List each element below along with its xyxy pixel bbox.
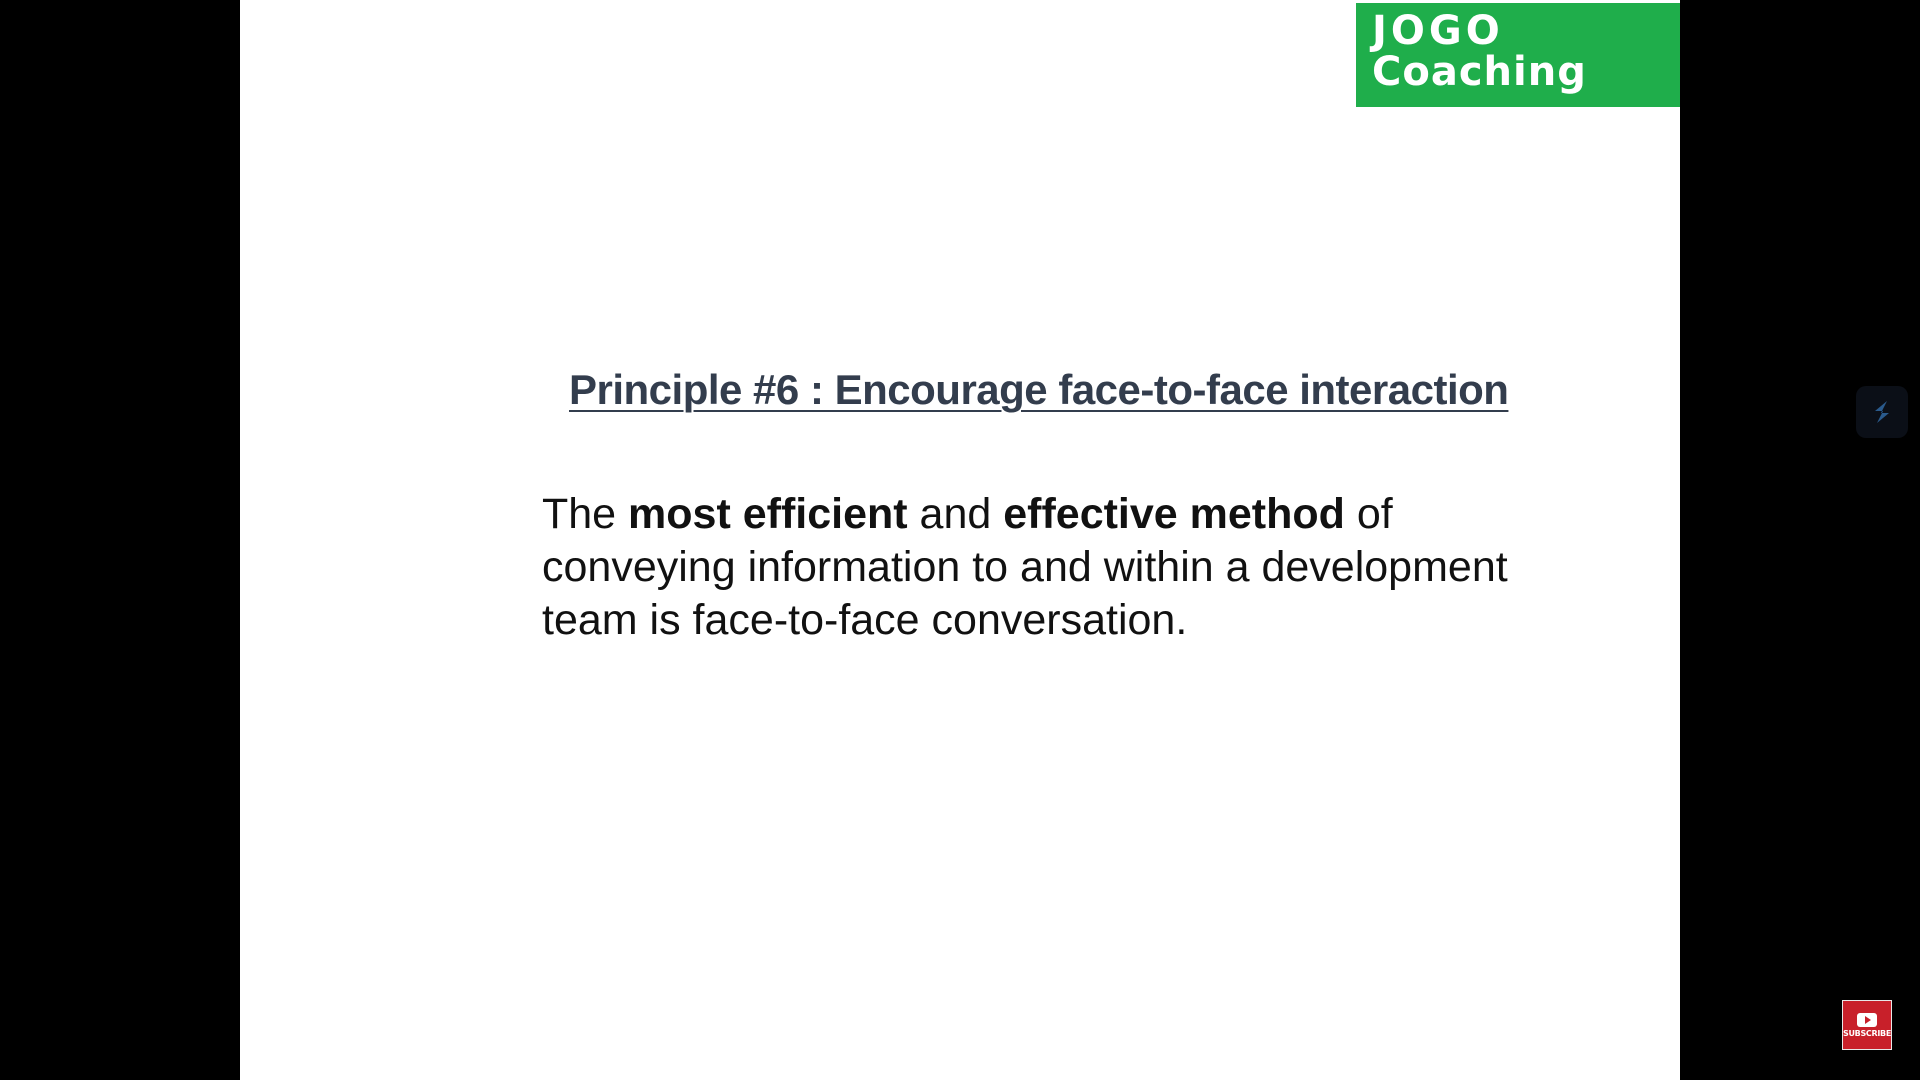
body-text-part-1: The (542, 490, 629, 538)
logo-line-1: JOGO (1372, 8, 1504, 54)
slide-body-text: The most efficient and effective method … (542, 488, 1552, 647)
slide-heading: Principle #6 : Encourage face-to-face in… (569, 366, 1509, 413)
presentation-slide: JOGO Coaching Principle #6 : Encourage f… (240, 0, 1680, 1080)
subscribe-label: SUBSCRIBE (1843, 1028, 1891, 1038)
body-bold-most-efficient: most efficient (628, 490, 908, 538)
video-frame: JOGO Coaching Principle #6 : Encourage f… (0, 0, 1920, 1080)
subscribe-button[interactable]: SUBSCRIBE (1842, 1000, 1892, 1050)
body-bold-effective-method: effective method (1003, 490, 1345, 538)
slash-logo-icon[interactable] (1856, 386, 1908, 438)
logo-line-2: Coaching (1372, 49, 1587, 95)
jogo-coaching-logo: JOGO Coaching (1356, 3, 1680, 107)
youtube-play-icon (1857, 1012, 1877, 1027)
body-text-part-2: and (907, 490, 1004, 538)
